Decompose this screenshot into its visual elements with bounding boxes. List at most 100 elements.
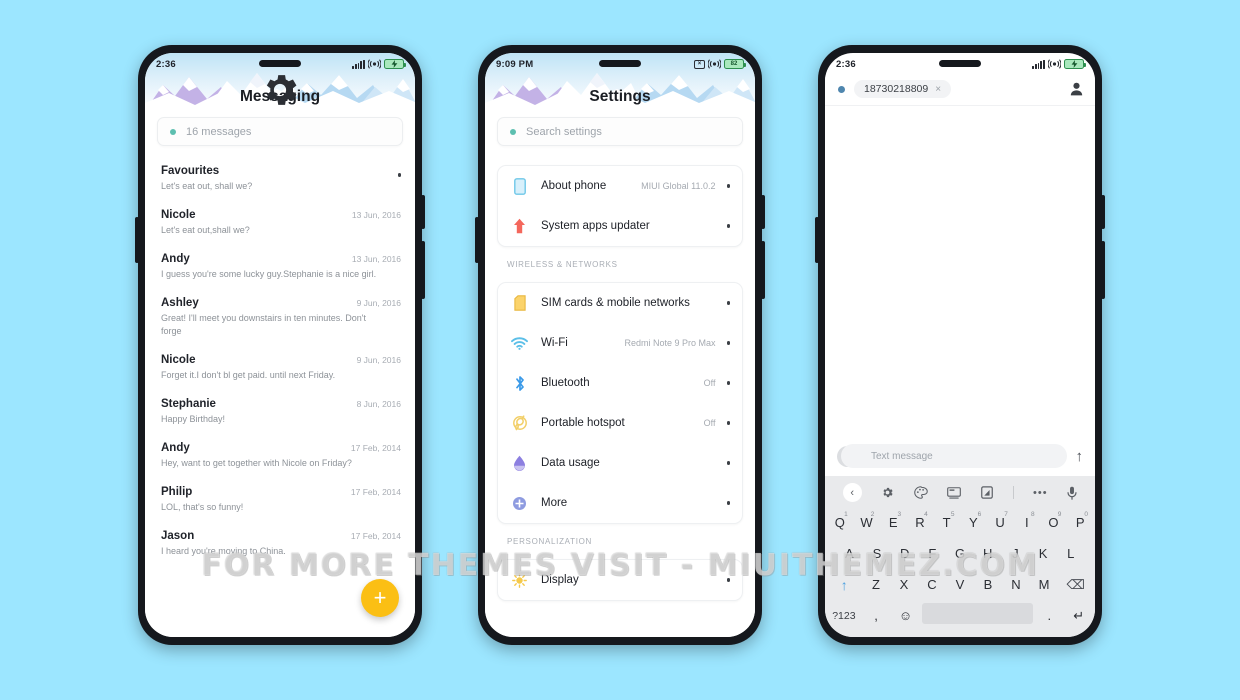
conversation-name: Andy bbox=[161, 253, 190, 266]
list-item[interactable]: Jason 17 Feb, 2014 I heard you're moving … bbox=[145, 521, 415, 565]
key-e[interactable]: 3E bbox=[881, 510, 905, 535]
settings-row-sim-cards[interactable]: SIM cards & mobile networks bbox=[498, 283, 742, 323]
settings-row-portable-hotspot[interactable]: Portable hotspot Off bbox=[498, 403, 742, 443]
conversation-preview: Hey, want to get together with Nicole on… bbox=[161, 457, 352, 468]
send-arrow-icon[interactable]: ↑ bbox=[1076, 448, 1084, 465]
settings-label: Display bbox=[541, 574, 579, 586]
list-item[interactable]: Philip 17 Feb, 2014 LOL, that's so funny! bbox=[145, 477, 415, 521]
message-input[interactable]: Text message bbox=[841, 444, 1067, 468]
conversation-preview: I heard you're moving to China. bbox=[161, 546, 286, 557]
conversation-messages[interactable] bbox=[825, 106, 1095, 437]
key-g[interactable]: G bbox=[948, 541, 973, 566]
conversation-preview: Forget it.I don't bl get paid. until nex… bbox=[161, 369, 336, 380]
key-x[interactable]: X bbox=[892, 572, 917, 597]
gear-icon[interactable] bbox=[881, 486, 894, 499]
key-l[interactable]: L bbox=[1058, 541, 1083, 566]
list-item[interactable]: Andy 17 Feb, 2014 Hey, want to get togeth… bbox=[145, 433, 415, 477]
keyboard-row-1: 1Q 2W 3E 4R 5T 6Y 7U 8I 9O 0P bbox=[825, 507, 1095, 538]
key-z[interactable]: Z bbox=[864, 572, 889, 597]
phone2-volume-button[interactable] bbox=[761, 195, 765, 229]
key-p[interactable]: 0P bbox=[1068, 510, 1092, 535]
list-item[interactable]: Andy 13 Jun, 2016 I guess you're some luc… bbox=[145, 244, 415, 288]
message-list[interactable]: Favourites Let's eat out, shall we? Nico… bbox=[145, 156, 415, 637]
key-a[interactable]: A bbox=[837, 541, 862, 566]
list-item[interactable]: Ashley 9 Jun, 2016 Great! I'll meet you d… bbox=[145, 288, 415, 344]
phone1-search-area: 16 messages bbox=[145, 111, 415, 146]
settings-row-wifi[interactable]: Wi-Fi Redmi Note 9 Pro Max bbox=[498, 323, 742, 363]
settings-row-more[interactable]: More bbox=[498, 483, 742, 523]
key-o[interactable]: 9O bbox=[1042, 510, 1066, 535]
sticker-icon[interactable] bbox=[947, 486, 962, 499]
no-sim-icon: × bbox=[694, 59, 705, 69]
key-h[interactable]: H bbox=[975, 541, 1000, 566]
symbols-key[interactable]: ?123 bbox=[828, 603, 860, 628]
settings-dot-icon bbox=[726, 461, 730, 465]
settings-list[interactable]: About phone MIUI Global 11.0.2 System ap… bbox=[485, 156, 755, 637]
close-icon[interactable]: × bbox=[935, 84, 941, 95]
key-c[interactable]: C bbox=[920, 572, 945, 597]
phone1-left-button[interactable] bbox=[135, 217, 139, 263]
phone1-volume-button[interactable] bbox=[421, 195, 425, 229]
settings-label: Bluetooth bbox=[541, 377, 590, 389]
key-i[interactable]: 8I bbox=[1015, 510, 1039, 535]
key-s[interactable]: S bbox=[865, 541, 890, 566]
key-q[interactable]: 1Q bbox=[828, 510, 852, 535]
clipboard-icon[interactable] bbox=[981, 486, 993, 499]
phone3-volume-button[interactable] bbox=[1101, 195, 1105, 229]
gear-icon[interactable] bbox=[145, 69, 415, 111]
key-m[interactable]: M bbox=[1032, 572, 1057, 597]
key-b[interactable]: B bbox=[976, 572, 1001, 597]
wifi-icon bbox=[509, 336, 530, 350]
vibrate-icon bbox=[1048, 59, 1061, 69]
settings-row-display[interactable]: Display bbox=[498, 560, 742, 600]
microphone-icon[interactable] bbox=[1067, 486, 1077, 500]
person-icon[interactable] bbox=[1070, 82, 1083, 96]
new-message-button[interactable]: + bbox=[361, 579, 399, 617]
phone-device-messaging: 2:36 16 messages Favourites Let's eat ou… bbox=[135, 45, 425, 645]
settings-row-bluetooth[interactable]: Bluetooth Off bbox=[498, 363, 742, 403]
list-item[interactable]: Nicole 13 Jun, 2016 Let's eat out,shall w… bbox=[145, 200, 415, 244]
list-item[interactable]: Favourites Let's eat out, shall we? bbox=[145, 156, 415, 200]
settings-row-system-apps-updater[interactable]: System apps updater bbox=[498, 206, 742, 246]
key-d[interactable]: D bbox=[892, 541, 917, 566]
search-input[interactable]: 16 messages bbox=[157, 117, 403, 146]
space-key[interactable] bbox=[921, 603, 1034, 624]
data-usage-icon bbox=[509, 455, 530, 471]
phone3-power-button[interactable] bbox=[1101, 241, 1105, 299]
comma-key[interactable]: , bbox=[863, 603, 889, 628]
key-y[interactable]: 6Y bbox=[962, 510, 986, 535]
enter-key[interactable]: ↵ bbox=[1066, 603, 1092, 628]
key-j[interactable]: J bbox=[1003, 541, 1028, 566]
status-dot-icon bbox=[510, 128, 516, 135]
phone2-power-button[interactable] bbox=[761, 241, 765, 299]
list-item[interactable]: Stephanie 8 Jun, 2016 Happy Birthday! bbox=[145, 389, 415, 433]
key-r[interactable]: 4R bbox=[908, 510, 932, 535]
list-item[interactable]: Nicole 9 Jun, 2016 Forget it.I don't bl g… bbox=[145, 345, 415, 389]
palette-icon[interactable] bbox=[914, 486, 928, 499]
settings-label: SIM cards & mobile networks bbox=[541, 297, 690, 309]
settings-label: Data usage bbox=[541, 457, 600, 469]
backspace-key[interactable]: ⌫ bbox=[1060, 572, 1093, 597]
status-dot-icon bbox=[838, 85, 845, 93]
key-f[interactable]: F bbox=[920, 541, 945, 566]
phone2-left-button[interactable] bbox=[475, 217, 479, 263]
period-key[interactable]: . bbox=[1036, 603, 1062, 628]
key-v[interactable]: V bbox=[948, 572, 973, 597]
key-n[interactable]: N bbox=[1004, 572, 1029, 597]
phone1-power-button[interactable] bbox=[421, 241, 425, 299]
settings-group-general: About phone MIUI Global 11.0.2 System ap… bbox=[497, 165, 743, 247]
settings-row-data-usage[interactable]: Data usage bbox=[498, 443, 742, 483]
settings-row-about-phone[interactable]: About phone MIUI Global 11.0.2 bbox=[498, 166, 742, 206]
key-k[interactable]: K bbox=[1031, 541, 1056, 566]
shift-key[interactable]: ↑ bbox=[828, 572, 861, 597]
phone3-left-button[interactable] bbox=[815, 217, 819, 263]
more-dots-icon[interactable]: ••• bbox=[1033, 487, 1048, 499]
recipient-chip[interactable]: 18730218809 × bbox=[854, 80, 952, 98]
chevron-left-icon[interactable]: ‹ bbox=[842, 483, 862, 502]
key-u[interactable]: 7U bbox=[988, 510, 1012, 535]
status-icons: × 82 bbox=[694, 59, 746, 69]
emoji-key[interactable]: ☺ bbox=[892, 603, 918, 628]
key-w[interactable]: 2W bbox=[855, 510, 879, 535]
key-t[interactable]: 5T bbox=[935, 510, 959, 535]
search-input[interactable]: Search settings bbox=[497, 117, 743, 146]
